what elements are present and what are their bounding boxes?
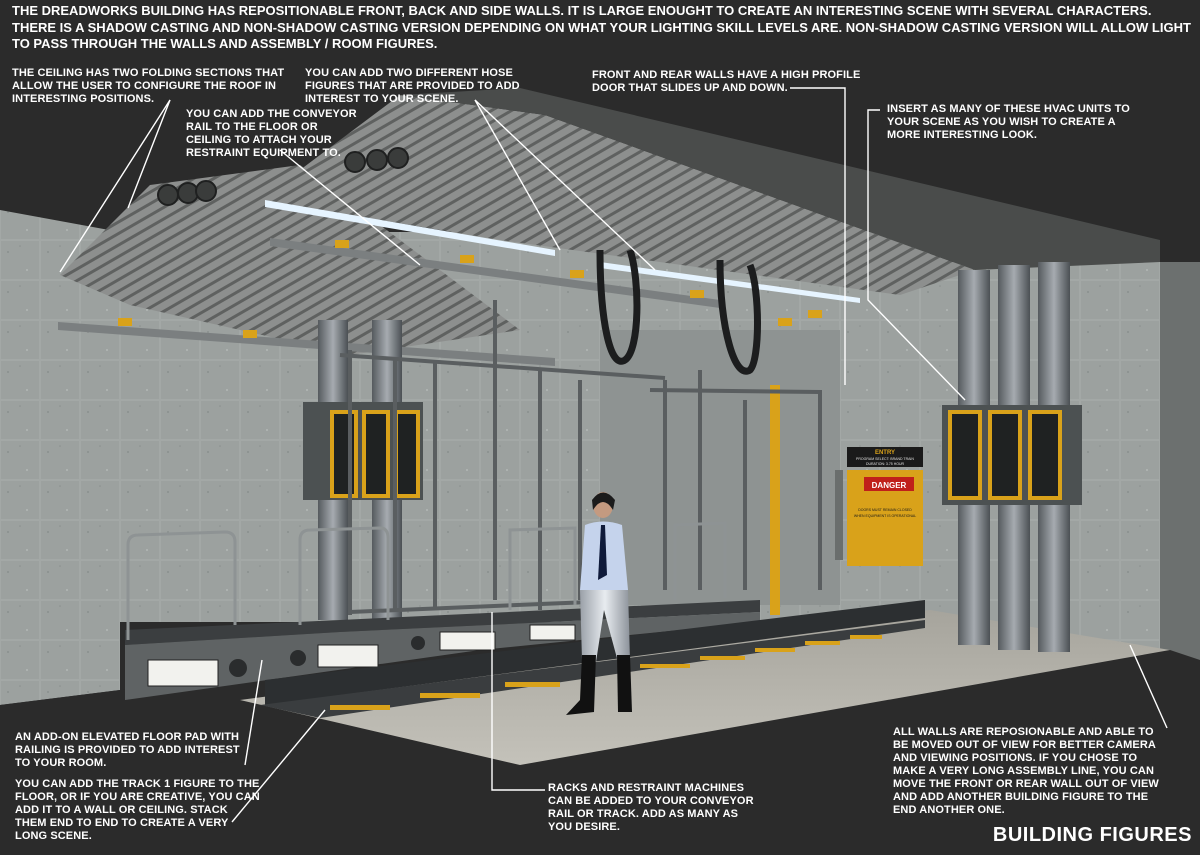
callout-conveyor: YOU CAN ADD THE CONVEYOR RAIL TO THE FLO… <box>186 108 357 159</box>
callout-floor-pad: AN ADD-ON ELEVATED FLOOR PAD WITH RAILIN… <box>15 731 240 769</box>
callout-doors: FRONT AND REAR WALLS HAVE A HIGH PROFILE… <box>592 69 861 94</box>
callout-walls: ALL WALLS ARE REPOSIONABLE AND ABLE TO B… <box>893 726 1159 816</box>
callout-racks: RACKS AND RESTRAINT MACHINES CAN BE ADDE… <box>548 782 754 833</box>
callout-hvac: INSERT AS MANY OF THESE HVAC UNITS TO YO… <box>887 103 1130 141</box>
header-intro: THE DREADWORKS BUILDING HAS REPOSITIONAB… <box>12 3 1191 51</box>
callout-track: YOU CAN ADD THE TRACK 1 FIGURE TO THE FL… <box>15 778 260 842</box>
sign-warn-2: WHEN EQUIPMENT IS OPERATIONAL <box>854 514 916 518</box>
sign-danger: DANGER <box>872 481 907 490</box>
callout-hose: YOU CAN ADD TWO DIFFERENT HOSE FIGURES T… <box>305 67 520 105</box>
callout-ceiling: THE CEILING HAS TWO FOLDING SECTIONS THA… <box>12 67 285 105</box>
sign-line-1: PROGRAM SELECT: BRAND TRAIN <box>856 457 914 461</box>
sign-title: ENTRY <box>875 450 895 456</box>
footer-title: BUILDING FIGURES <box>992 824 1192 846</box>
sign-line-2: DURATION: 3.75 HOUR <box>866 462 905 466</box>
sign-warn-1: DOORS MUST REMAIN CLOSED <box>858 508 912 512</box>
